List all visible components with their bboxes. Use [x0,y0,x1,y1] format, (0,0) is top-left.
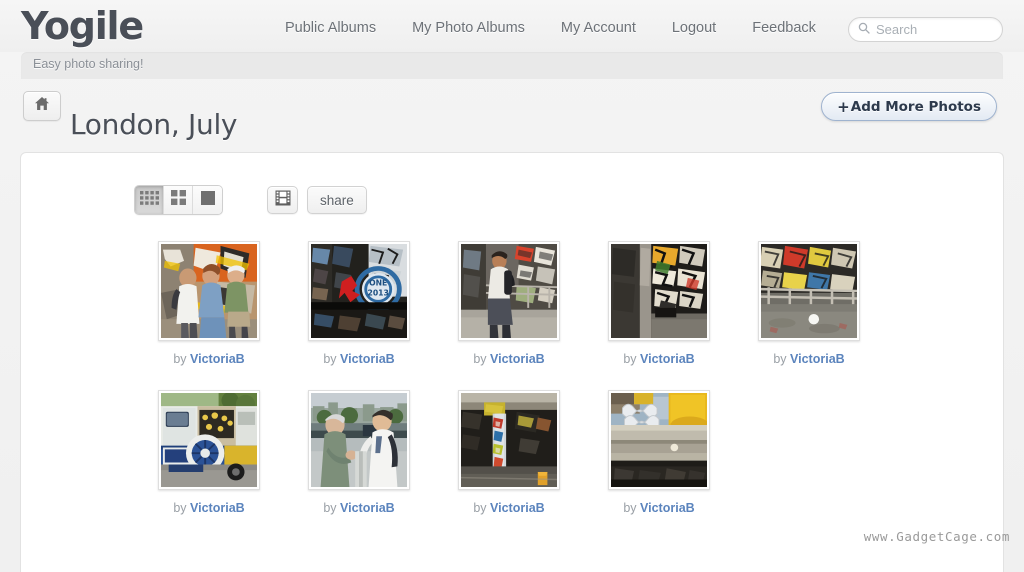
tagline-bar: Easy photo sharing! [21,52,1003,79]
photo-thumbnail[interactable] [608,390,710,490]
photo-image [761,244,857,338]
photo-item: ONE 2013 by VictoriaB [284,241,434,366]
search-icon [858,21,870,39]
caption-prefix: by [173,352,187,366]
add-more-photos-label: Add More Photos [850,98,981,115]
nav-logout[interactable]: Logout [672,20,716,36]
add-more-photos-button[interactable]: + Add More Photos [821,92,997,121]
nav-public-albums[interactable]: Public Albums [285,20,376,36]
photo-caption: by VictoriaB [323,352,394,366]
photo-caption: by VictoriaB [173,501,244,515]
photo-author[interactable]: VictoriaB [640,352,695,366]
svg-text:2013: 2013 [368,289,389,298]
photo-author[interactable]: VictoriaB [640,501,695,515]
tagline-text: Easy photo sharing! [33,57,144,71]
photo-thumbnail[interactable] [158,390,260,490]
nav-feedback[interactable]: Feedback [752,20,816,36]
slideshow-button[interactable] [267,186,298,214]
photo-image [161,244,257,338]
photo-thumbnail[interactable]: ONE 2013 [308,241,410,341]
caption-prefix: by [473,352,487,366]
watermark: www.GadgetCage.com [863,529,1010,544]
caption-prefix: by [773,352,787,366]
photo-item: by VictoriaB [284,390,434,515]
photo-thumbnail[interactable] [458,241,560,341]
photo-author[interactable]: VictoriaB [490,352,545,366]
search-box[interactable] [848,17,1003,42]
page-root: Yogile Public Albums My Photo Albums My … [0,0,1024,572]
album-content-panel: share by VictoriaB ONE 2013 by VictoriaB… [20,152,1004,572]
photo-thumbnail[interactable] [458,390,560,490]
photo-image [161,393,257,487]
photo-author[interactable]: VictoriaB [790,352,845,366]
site-logo[interactable]: Yogile [21,4,144,48]
photo-caption: by VictoriaB [623,352,694,366]
photo-caption: by VictoriaB [623,501,694,515]
single-square-icon [200,190,215,210]
photo-image [311,393,407,487]
search-input[interactable] [876,22,994,37]
photo-thumbnail[interactable] [158,241,260,341]
small-grid-icon [139,190,159,210]
view-mode-small-grid[interactable] [135,186,164,214]
home-button[interactable] [23,91,61,121]
photo-item: by VictoriaB [134,241,284,366]
photo-author[interactable]: VictoriaB [490,501,545,515]
photo-item: by VictoriaB [734,241,884,366]
photo-caption: by VictoriaB [173,352,244,366]
photo-author[interactable]: VictoriaB [190,352,245,366]
photo-author[interactable]: VictoriaB [190,501,245,515]
album-title-bar: London, July + Add More Photos [0,79,1024,142]
filmstrip-icon [275,190,291,211]
nav-my-account[interactable]: My Account [561,20,636,36]
nav-my-photo-albums[interactable]: My Photo Albums [412,20,525,36]
site-header: Yogile Public Albums My Photo Albums My … [0,0,1024,52]
photo-item: by VictoriaB [584,241,734,366]
photo-author[interactable]: VictoriaB [340,352,395,366]
photo-item: by VictoriaB [584,390,734,515]
view-mode-group [134,185,223,215]
photo-item: by VictoriaB [134,390,284,515]
photo-caption: by VictoriaB [473,501,544,515]
caption-prefix: by [623,501,637,515]
photo-grid: by VictoriaB ONE 2013 by VictoriaB by Vi… [134,241,924,539]
page-title: London, July [70,107,238,141]
svg-text:ONE: ONE [369,278,387,287]
photo-image [461,244,557,338]
share-button[interactable]: share [307,186,367,214]
photo-item: by VictoriaB [434,390,584,515]
view-mode-medium-grid[interactable] [164,186,193,214]
photo-image: ONE 2013 [311,244,407,338]
photo-caption: by VictoriaB [773,352,844,366]
caption-prefix: by [323,352,337,366]
photo-caption: by VictoriaB [473,352,544,366]
photo-author[interactable]: VictoriaB [340,501,395,515]
caption-prefix: by [323,501,337,515]
view-mode-single-large[interactable] [193,186,222,214]
album-toolbar: share [134,185,367,215]
photo-thumbnail[interactable] [308,390,410,490]
plus-icon: + [837,97,850,116]
home-icon [34,96,50,116]
photo-image [461,393,557,487]
photo-image [611,244,707,338]
caption-prefix: by [173,501,187,515]
photo-image [611,393,707,487]
photo-thumbnail[interactable] [758,241,860,341]
photo-item: by VictoriaB [434,241,584,366]
medium-grid-icon [170,190,186,210]
photo-caption: by VictoriaB [323,501,394,515]
caption-prefix: by [473,501,487,515]
caption-prefix: by [623,352,637,366]
photo-thumbnail[interactable] [608,241,710,341]
main-navigation: Public Albums My Photo Albums My Account… [285,20,816,36]
